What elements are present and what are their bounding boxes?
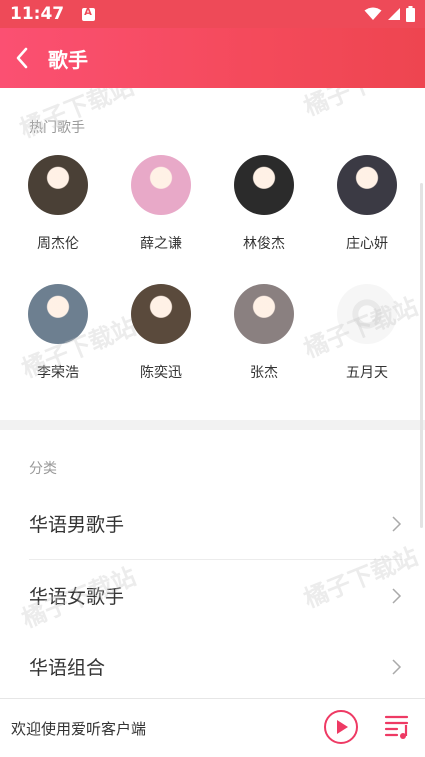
category-row-female[interactable]: 华语女歌手 — [29, 560, 402, 631]
category-row-male[interactable]: 华语男歌手 — [29, 488, 402, 559]
category-label: 华语组合 — [29, 657, 106, 679]
singer-item[interactable]: 五月天 — [322, 284, 412, 382]
status-bar: 11:47 — [0, 0, 425, 28]
singer-avatar — [28, 155, 88, 215]
playlist-icon[interactable] — [383, 711, 413, 741]
watermark: 橘子下载站 — [298, 88, 422, 122]
hot-singers-title: 热门歌手 — [29, 120, 85, 136]
singer-item[interactable]: 薛之谦 — [116, 155, 206, 253]
singer-name: 薛之谦 — [140, 236, 182, 252]
page-title: 歌手 — [48, 47, 88, 72]
singer-item[interactable]: 张杰 — [219, 284, 309, 382]
chevron-right-icon — [392, 587, 402, 604]
notification-icon — [82, 7, 96, 21]
singer-avatar — [234, 284, 294, 344]
singer-item[interactable]: 陈奕迅 — [116, 284, 206, 382]
singer-avatar — [131, 284, 191, 344]
back-button[interactable] — [2, 28, 42, 88]
singer-name: 五月天 — [346, 365, 388, 381]
singer-name: 林俊杰 — [243, 236, 285, 252]
singer-name: 陈奕迅 — [140, 365, 182, 381]
category-row-group[interactable]: 华语组合 — [29, 631, 402, 698]
singer-name: 周杰伦 — [37, 236, 79, 252]
singer-item[interactable]: 林俊杰 — [219, 155, 309, 253]
wifi-icon — [364, 7, 382, 20]
mini-player[interactable]: 欢迎使用爱听客户端 — [0, 698, 425, 757]
player-message: 欢迎使用爱听客户端 — [11, 719, 147, 738]
chevron-left-icon — [16, 47, 28, 69]
play-circle-icon[interactable] — [323, 709, 359, 745]
status-time: 11:47 — [10, 4, 65, 24]
status-icons — [364, 6, 415, 22]
singer-name: 李荣浩 — [37, 365, 79, 381]
content-scroll[interactable]: 热门歌手 周杰伦 薛之谦 林俊杰 庄心妍李荣浩 陈奕迅 张杰 五月天 分类 华语男歌手 华语… — [0, 88, 425, 698]
chevron-right-icon — [392, 515, 402, 532]
category-label: 华语男歌手 — [29, 514, 125, 536]
categories-title: 分类 — [29, 461, 57, 477]
singer-avatar — [234, 155, 294, 215]
singer-avatar — [28, 284, 88, 344]
chevron-right-icon — [392, 658, 402, 675]
singer-avatar — [131, 155, 191, 215]
singer-item[interactable]: 庄心妍 — [322, 155, 412, 253]
singer-name: 张杰 — [250, 365, 278, 381]
singer-name: 庄心妍 — [346, 236, 388, 252]
section-divider — [0, 420, 425, 430]
singer-avatar — [337, 155, 397, 215]
battery-icon — [406, 6, 415, 22]
app-bar: 歌手 — [0, 28, 425, 88]
singer-item[interactable]: 李荣浩 — [13, 284, 103, 382]
signal-icon — [388, 8, 400, 20]
singer-item[interactable]: 周杰伦 — [13, 155, 103, 253]
scrollbar[interactable] — [420, 183, 423, 528]
category-label: 华语女歌手 — [29, 586, 125, 608]
singer-avatar — [337, 284, 397, 344]
